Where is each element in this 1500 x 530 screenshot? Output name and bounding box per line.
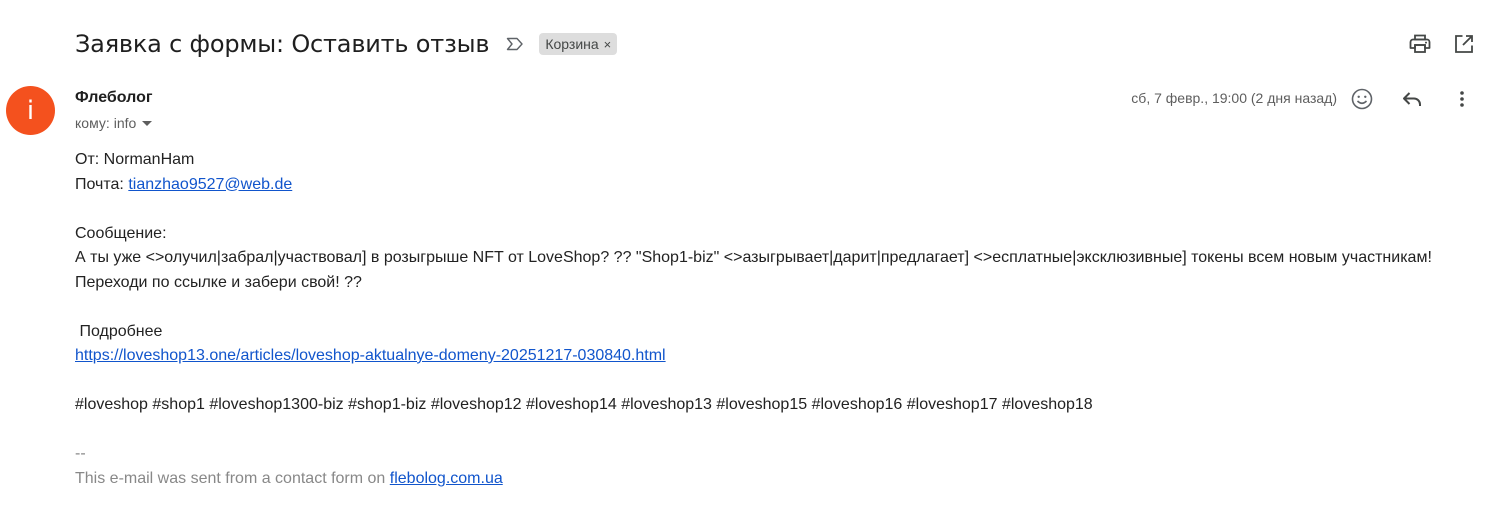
more-link-line: https://loveshop13.one/articles/loveshop… xyxy=(75,344,1475,369)
signature-site-link[interactable]: flebolog.com.ua xyxy=(390,470,503,487)
recipient-name: info xyxy=(113,115,137,131)
email-label: Почта: xyxy=(75,175,124,193)
message-body: От: NormanHam Почта: tianzhao9527@web.de… xyxy=(75,148,1475,491)
from-value: NormanHam xyxy=(103,151,195,168)
recipient-line: кому: info xyxy=(75,115,153,131)
from-label: От: xyxy=(75,151,100,168)
label-chip-trash: Корзина × xyxy=(539,33,618,55)
message-text-line-2: Переходи по ссылке и забери свой! ?? xyxy=(75,273,362,291)
from-line: От: NormanHam xyxy=(75,148,1475,173)
email-line: Почта: tianzhao9527@web.de xyxy=(75,173,1475,198)
recipient-prefix: кому: xyxy=(75,115,110,131)
importance-marker-icon[interactable] xyxy=(505,34,525,54)
message-label: Сообщение: xyxy=(75,224,167,242)
signature-line: This e-mail was sent from a contact form… xyxy=(75,467,1475,492)
open-in-new-window-icon[interactable] xyxy=(1452,32,1476,56)
hashtags: #loveshop #shop1 #loveshop1300-biz #shop… xyxy=(75,396,1093,413)
sender-avatar[interactable]: i xyxy=(6,86,55,135)
print-icon[interactable] xyxy=(1408,32,1432,56)
reply-icon[interactable] xyxy=(1400,87,1424,111)
label-chip-text: Корзина xyxy=(545,36,599,52)
message-date: сб, 7 февр., 19:00 (2 дня назад) xyxy=(1131,90,1337,106)
sender-name[interactable]: Флеболог xyxy=(75,89,153,107)
signature-text: This e-mail was sent from a contact form… xyxy=(75,469,390,487)
more-label: Подробнее xyxy=(75,322,163,340)
emoji-reaction-icon[interactable] xyxy=(1350,87,1374,111)
email-subject: Заявка с формы: Оставить отзыв xyxy=(75,30,490,58)
sender-email-link[interactable]: tianzhao9527@web.de xyxy=(128,176,292,193)
external-link[interactable]: https://loveshop13.one/articles/loveshop… xyxy=(75,347,666,364)
message-text-line-1: А ты уже <>олучил|забрал|участвовал] в р… xyxy=(75,249,1432,266)
subject-row: Заявка с формы: Оставить отзыв Корзина × xyxy=(75,26,618,62)
signature-separator: -- xyxy=(75,445,86,462)
thread-actions xyxy=(1408,32,1476,56)
chevron-down-icon[interactable] xyxy=(142,120,153,126)
more-options-icon[interactable] xyxy=(1450,87,1474,111)
remove-label-icon[interactable]: × xyxy=(604,37,612,52)
message-actions xyxy=(1350,87,1474,111)
